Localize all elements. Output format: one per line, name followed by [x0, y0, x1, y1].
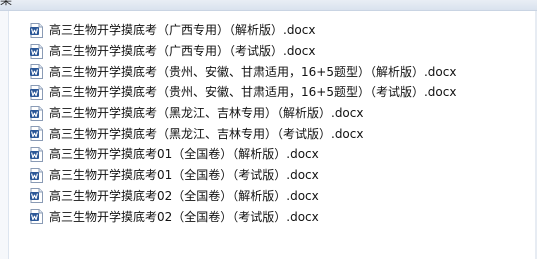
file-item[interactable]: 高三生物开学摸底考（广西专用）（考试版）.docx: [30, 41, 520, 62]
word-doc-icon: [30, 84, 43, 100]
file-item[interactable]: 高三生物开学摸底考（黑龙江、吉林专用）（解析版）.docx: [30, 103, 520, 124]
file-name: 高三生物开学摸底考（黑龙江、吉林专用）（解析版）.docx: [49, 106, 364, 121]
file-name: 高三生物开学摸底考（广西专用）（解析版）.docx: [49, 23, 316, 38]
toolbar-strip: 某: [0, 0, 537, 11]
file-item[interactable]: 高三生物开学摸底考（广西专用）（解析版）.docx: [30, 20, 520, 41]
file-name: 高三生物开学摸底考02（全国卷）（解析版）.docx: [49, 188, 319, 203]
word-doc-icon: [30, 43, 43, 59]
file-item[interactable]: 高三生物开学摸底考（贵州、安徽、甘肃适用，16+5题型）（考试版）.docx: [30, 82, 520, 103]
file-name: 高三生物开学摸底考01（全国卷）（考试版）.docx: [49, 168, 319, 183]
file-name: 高三生物开学摸底考（贵州、安徽、甘肃适用，16+5题型）（考试版）.docx: [49, 85, 457, 100]
toolbar-partial-label: 某: [0, 0, 13, 7]
file-item[interactable]: 高三生物开学摸底考（贵州、安徽、甘肃适用，16+5题型）（解析版）.docx: [30, 61, 520, 82]
file-name: 高三生物开学摸底考（黑龙江、吉林专用）（考试版）.docx: [49, 126, 364, 141]
word-doc-icon: [30, 209, 43, 225]
file-list: 高三生物开学摸底考（广西专用）（解析版）.docx 高三生物开学摸底考（广西专用）…: [30, 20, 520, 227]
file-name: 高三生物开学摸底考01（全国卷）（解析版）.docx: [49, 147, 319, 162]
navigation-pane-edge: [0, 11, 9, 259]
file-name: 高三生物开学摸底考（贵州、安徽、甘肃适用，16+5题型）（解析版）.docx: [49, 64, 457, 79]
word-doc-icon: [30, 64, 43, 80]
word-doc-icon: [30, 22, 43, 38]
file-name: 高三生物开学摸底考02（全国卷）（考试版）.docx: [49, 209, 319, 224]
file-explorer-window: 某 高三生物开学摸底考（广西专用）（解析版）.docx 高三生物开学摸底考（广西专…: [0, 0, 537, 259]
file-item[interactable]: 高三生物开学摸底考01（全国卷）（解析版）.docx: [30, 144, 520, 165]
word-doc-icon: [30, 105, 43, 121]
word-doc-icon: [30, 188, 43, 204]
file-item[interactable]: 高三生物开学摸底考02（全国卷）（考试版）.docx: [30, 206, 520, 227]
file-item[interactable]: 高三生物开学摸底考02（全国卷）（解析版）.docx: [30, 186, 520, 207]
word-doc-icon: [30, 126, 43, 142]
file-item[interactable]: 高三生物开学摸底考（黑龙江、吉林专用）（考试版）.docx: [30, 123, 520, 144]
word-doc-icon: [30, 167, 43, 183]
word-doc-icon: [30, 146, 43, 162]
file-name: 高三生物开学摸底考（广西专用）（考试版）.docx: [49, 44, 316, 59]
file-item[interactable]: 高三生物开学摸底考01（全国卷）（考试版）.docx: [30, 165, 520, 186]
